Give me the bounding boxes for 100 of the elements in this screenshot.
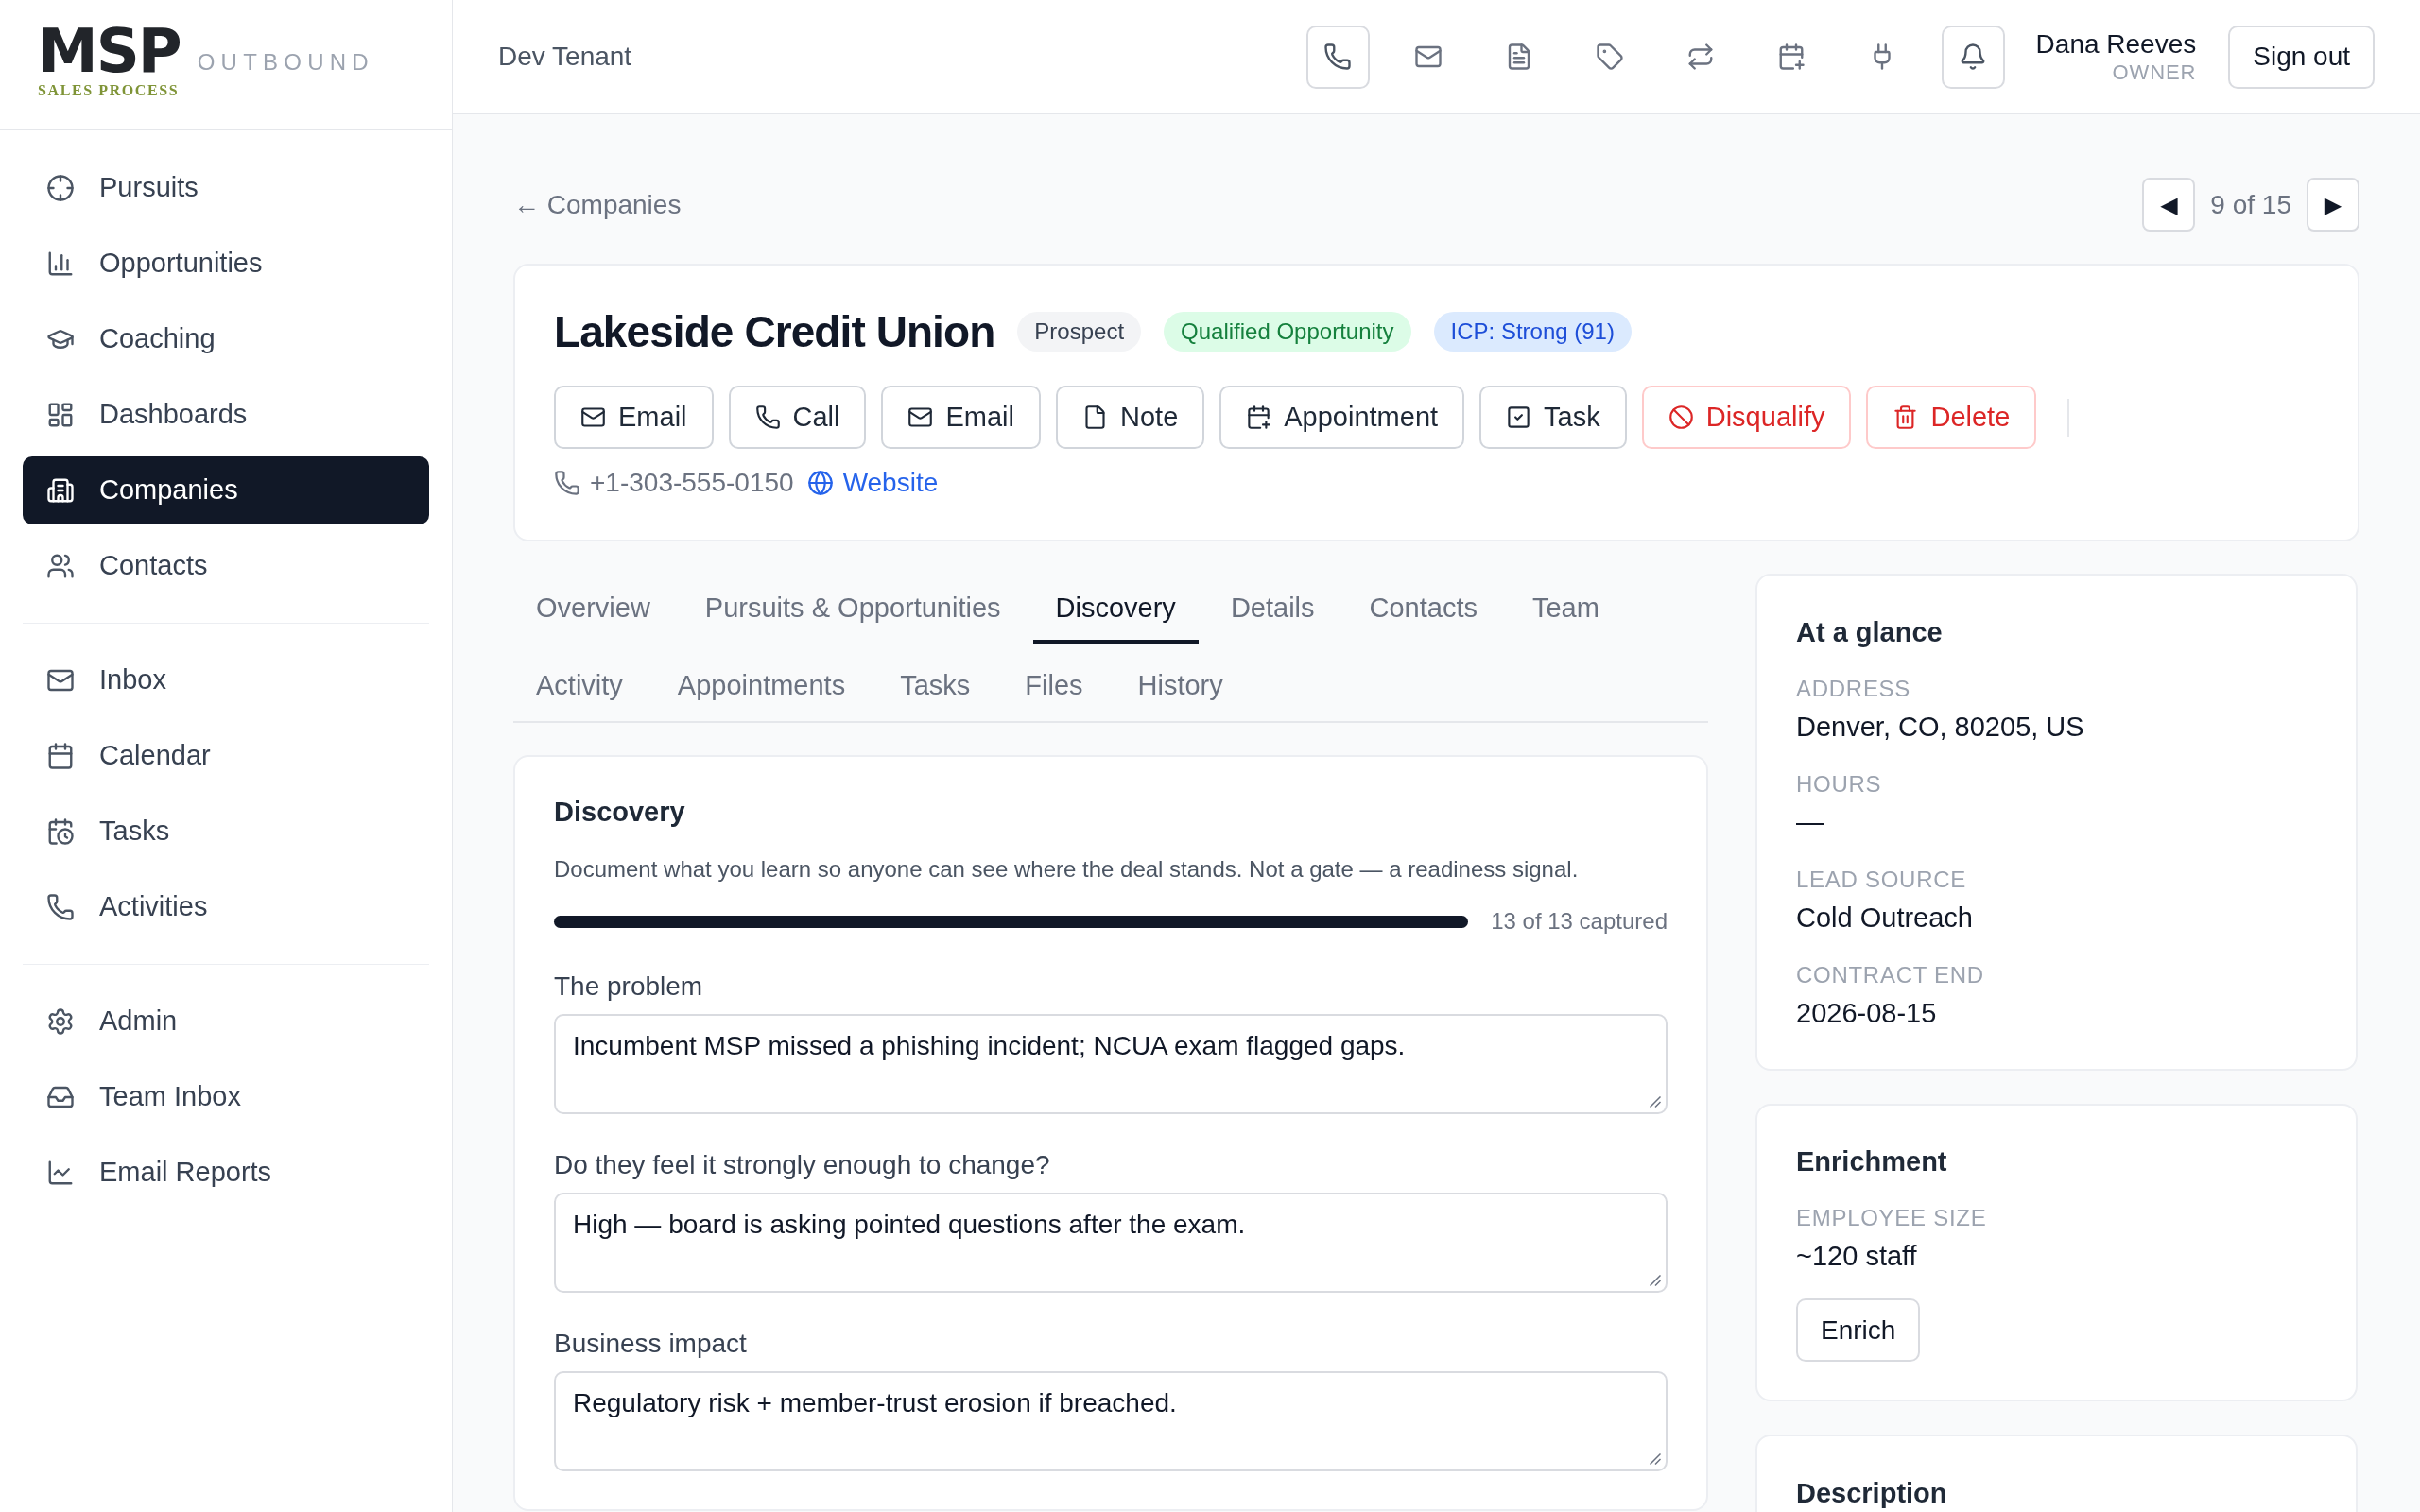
fact-value: Cold Outreach <box>1796 902 1974 935</box>
tab[interactable]: Tasks <box>877 651 994 721</box>
delete-button[interactable]: Delete <box>1866 386 2037 449</box>
bar-chart-icon <box>46 249 75 278</box>
fact-label: ADDRESS <box>1796 675 1912 703</box>
tab[interactable]: Overview <box>513 574 673 644</box>
logo-tagline: SALES PROCESS <box>38 82 180 99</box>
line-chart-icon <box>46 1159 75 1187</box>
sidebar-item[interactable]: Admin <box>23 988 429 1056</box>
phone-button[interactable] <box>1305 25 1370 89</box>
trash-icon <box>1893 404 1919 430</box>
sign-out-button[interactable]: Sign out <box>2228 25 2375 89</box>
tab[interactable]: Files <box>1002 651 1106 721</box>
card-title: Description <box>1796 1477 1948 1510</box>
notifications-button[interactable] <box>1941 25 2005 89</box>
resize-grip-icon <box>1650 1453 1661 1465</box>
calendar-clock-icon <box>46 817 75 846</box>
fact-label: HOURS <box>1796 770 1883 799</box>
user-role: OWNER <box>2112 60 2197 85</box>
text-area[interactable]: Regulatory risk + member-trust erosion if breached. <box>554 1371 1668 1471</box>
tab[interactable]: Pursuits & Opportunities <box>682 574 1024 644</box>
sidebar-item[interactable]: Email Reports <box>23 1139 429 1207</box>
resize-grip-icon <box>1650 1275 1661 1286</box>
field-label: Business impact <box>554 1328 748 1360</box>
tab[interactable]: Team <box>1510 574 1622 644</box>
sidebar-item[interactable]: Activities <box>23 873 429 941</box>
sidebar-item[interactable]: Contacts <box>23 532 429 600</box>
sidebar-item[interactable]: Tasks <box>23 798 429 866</box>
phone-number: +1-303-555-0150 <box>590 467 794 499</box>
resize-grip-icon <box>1650 1096 1661 1108</box>
sidebar-item[interactable]: Companies <box>23 456 429 524</box>
phone-icon <box>554 470 580 496</box>
status-badge: ICP: Strong (91) <box>1433 312 1632 352</box>
tab[interactable]: History <box>1115 651 1246 721</box>
email-button[interactable]: Email <box>554 386 714 449</box>
company-name: Lakeside Credit Union <box>554 306 995 358</box>
product-name: OUTBOUND <box>197 50 374 75</box>
call-button[interactable]: Call <box>728 386 867 449</box>
fact-value: ~120 staff <box>1796 1240 1918 1273</box>
calendar-plus-icon <box>1246 404 1272 430</box>
card-title: At a glance <box>1796 616 1944 649</box>
logo-wordmark: MSP <box>38 27 181 75</box>
calendar-icon <box>46 742 75 770</box>
next-button[interactable]: ▶ <box>2307 178 2360 232</box>
fact-value: — <box>1796 806 1824 839</box>
building-icon <box>46 476 75 505</box>
status-badge: Prospect <box>1017 312 1142 352</box>
fact-label: CONTRACT END <box>1796 961 1985 989</box>
sidebar-item[interactable]: Pursuits <box>23 154 429 222</box>
tab[interactable]: Activity <box>513 651 646 721</box>
envelope-icon <box>580 404 606 430</box>
page-indicator: 9 of 15 <box>2210 188 2291 221</box>
fact-label: LEAD SOURCE <box>1796 866 1967 894</box>
sidebar-item[interactable]: Team Inbox <box>23 1063 429 1131</box>
sidebar-item[interactable]: Dashboards <box>23 381 429 449</box>
globe-icon <box>806 470 834 496</box>
tab[interactable]: Discovery <box>1032 574 1199 644</box>
tab[interactable]: Contacts <box>1346 574 1500 644</box>
back-link[interactable]: ← Companies <box>513 184 682 225</box>
tenant-name: Dev Tenant <box>498 41 632 73</box>
phone-icon <box>1323 43 1353 71</box>
email-button[interactable]: Email <box>881 386 1041 449</box>
tab[interactable]: Appointments <box>654 651 869 721</box>
fact-label: EMPLOYEE SIZE <box>1796 1204 1988 1232</box>
user-name: Dana Reeves <box>2035 28 2197 60</box>
note-button[interactable]: Note <box>1056 386 1205 449</box>
field-label: Do they feel it strongly enough to change? <box>554 1149 1051 1181</box>
progress-reading: 13 of 13 captured <box>1491 907 1668 936</box>
sidebar-item[interactable]: Coaching <box>23 305 429 373</box>
section-title: Discovery <box>554 796 686 829</box>
page-icon <box>1082 404 1108 430</box>
sidebar-item[interactable]: Calendar <box>23 722 429 790</box>
enrich-button[interactable]: Enrich <box>1796 1298 1921 1362</box>
status-badge: Qualified Opportunity <box>1164 312 1411 352</box>
disqualify-button[interactable]: Disqualify <box>1641 386 1852 449</box>
fact-value: Denver, CO, 80205, US <box>1796 711 2085 744</box>
previous-button[interactable]: ◀ <box>2142 178 2196 232</box>
tag-icon[interactable] <box>1596 43 1625 71</box>
prohibited-icon <box>1668 404 1694 430</box>
people-icon <box>46 552 75 580</box>
phone-icon <box>754 404 781 430</box>
task-button[interactable]: Task <box>1479 386 1627 449</box>
text-area[interactable]: Incumbent MSP missed a phishing incident; NCUA exam flagged gaps. <box>554 1014 1668 1114</box>
checkbox-icon <box>1506 404 1532 430</box>
fact-value: 2026-08-15 <box>1796 997 1938 1030</box>
calendar-plus-icon[interactable] <box>1777 43 1806 71</box>
tab[interactable]: Details <box>1207 574 1338 644</box>
card-title: Enrichment <box>1796 1145 1948 1178</box>
sidebar-item[interactable]: Opportunities <box>23 230 429 298</box>
website-link[interactable]: Website <box>806 463 939 503</box>
section-intro: Document what you learn so anyone can see where the deal stands. Not a gate — a readiness signal. <box>554 855 1580 884</box>
envelope-icon <box>908 404 934 430</box>
text-area[interactable]: High — board is asking pointed questions after the exam. <box>554 1193 1668 1293</box>
crosshair-icon <box>46 174 75 202</box>
appointment-button[interactable]: Appointment <box>1219 386 1465 449</box>
dashboard-grid-icon <box>46 401 75 429</box>
sidebar-item[interactable]: Inbox <box>23 646 429 714</box>
field-label: The problem <box>554 971 704 1003</box>
phone-icon <box>46 893 75 921</box>
settings-icon <box>46 1007 75 1036</box>
